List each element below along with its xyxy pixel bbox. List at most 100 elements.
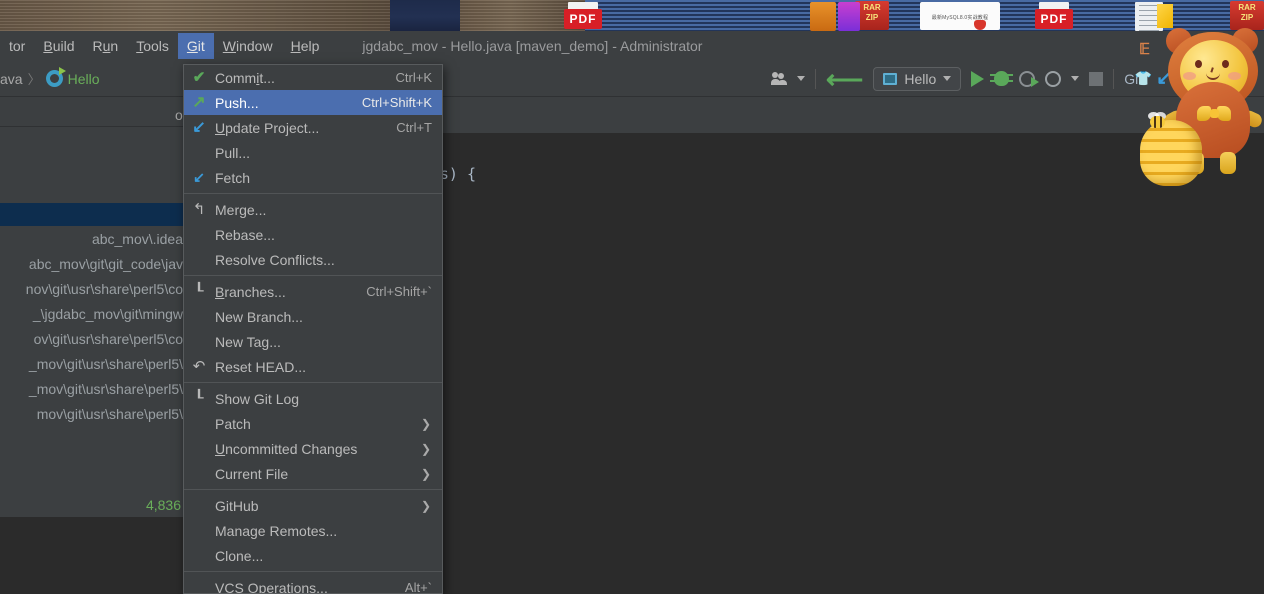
menu-item-current-file[interactable]: Current File ❯ <box>184 461 442 486</box>
menu-item-clone[interactable]: Clone... <box>184 543 442 568</box>
document-preview-icon[interactable]: 最新MySQL8.0实战教程 <box>920 2 1000 30</box>
toolbar-divider <box>815 68 817 89</box>
git-update-arrow-icon[interactable]: ↙ <box>1156 69 1172 88</box>
menu-item-vcs-operations-shortcut: Alt+` <box>404 580 432 594</box>
update-project-icon[interactable]: ⟶ <box>826 64 863 94</box>
menu-item-new-branch[interactable]: New Branch... <box>184 304 442 329</box>
list-item[interactable]: nov\git\usr\share\perl5\co <box>0 277 183 302</box>
debug-bug-icon[interactable] <box>990 71 1014 86</box>
rar-archive-icon-2[interactable]: RAR ZIP <box>1230 1 1264 30</box>
menu-label-6: elp <box>300 38 320 54</box>
document-preview-label: 最新MySQL8.0实战教程 <box>931 15 989 21</box>
profiler-chevron-down-icon[interactable] <box>1071 76 1080 81</box>
branch-icon: ┖ <box>194 283 204 300</box>
menu-item-fetch-label: Fetch <box>215 169 251 186</box>
menu-item-help[interactable]: Help <box>282 33 329 59</box>
menu-item-merge-label: Merge... <box>215 201 267 218</box>
git-dropdown-menu[interactable]: ✔ Commit... Ctrl+K ↗ Push... Ctrl+Shift+… <box>183 64 443 594</box>
run-play-icon[interactable] <box>971 70 985 87</box>
list-item[interactable]: mov\git\usr\share\perl5\ <box>0 402 183 427</box>
run-with-coverage-icon[interactable] <box>1019 70 1040 87</box>
menu-item-editor-partial[interactable]: tor <box>0 33 34 59</box>
menu-item-resolve-conflicts-label: Resolve Conflicts... <box>215 251 335 268</box>
menu-item-new-branch-label: New Branch... <box>215 308 303 325</box>
menu-item-vcs-operations-label: VCS Operations... <box>215 579 328 594</box>
menu-item-current-file-label: Current File <box>215 465 289 482</box>
run-config-icon <box>883 72 898 85</box>
list-item[interactable]: _mov\git\usr\share\perl5\ <box>0 352 183 377</box>
list-item[interactable]: ov\git\usr\share\perl5\co <box>0 327 183 352</box>
menu-label-2: n <box>110 38 119 54</box>
run-configuration-selector[interactable]: Hello <box>873 66 962 91</box>
desktop-background-strip: PDF RAR ZIP 最新MySQL8.0实战教程 PDF RAR ZIP <box>0 0 1264 31</box>
chevron-right-icon: ❯ <box>420 466 431 481</box>
pdf-icon-2-label: PDF <box>1035 9 1073 29</box>
run-config-chevron-down-icon <box>943 76 952 81</box>
list-item[interactable]: _mov\git\usr\share\perl5\ <box>0 377 183 402</box>
menu-item-uncommitted-changes[interactable]: Uncommitted Changes ❯ <box>184 436 442 461</box>
menu-item-manage-remotes[interactable]: Manage Remotes... <box>184 518 442 543</box>
menu-item-show-git-log-label: Show Git Log <box>215 390 300 407</box>
profiler-icon[interactable] <box>1045 70 1062 87</box>
menu-item-commit-shortcut: Ctrl+K <box>395 70 432 85</box>
pdf-file-icon[interactable]: PDF <box>564 2 602 29</box>
screen-root: PDF RAR ZIP 最新MySQL8.0实战教程 PDF RAR ZIP tor… <box>0 0 1264 594</box>
event-log-icon[interactable]: 𝔼 <box>1139 40 1150 58</box>
menu-item-show-git-log[interactable]: ┖ Show Git Log <box>184 386 442 411</box>
window-title: jgdabc_mov - Hello.java [maven_demo] - A… <box>362 38 703 54</box>
menu-item-clone-label: Clone... <box>215 547 264 564</box>
chevron-down-icon[interactable] <box>797 76 806 81</box>
menu-item-resolve-conflicts[interactable]: Resolve Conflicts... <box>184 247 442 272</box>
menu-item-pull[interactable]: Pull... <box>184 140 442 165</box>
menu-bar: tor Build Run Tools Git Window Help jgda… <box>0 31 1264 61</box>
menu-item-rebase[interactable]: Rebase... <box>184 222 442 247</box>
menu-item-commit[interactable]: ✔ Commit... Ctrl+K <box>184 65 442 90</box>
menu-item-run[interactable]: Run <box>83 33 127 59</box>
menu-item-patch[interactable]: Patch ❯ <box>184 411 442 436</box>
menu-item-new-tag[interactable]: New Tag... <box>184 329 442 354</box>
breadcrumb-class[interactable]: Hello <box>68 71 100 87</box>
list-item-label: _mov\git\usr\share\perl5\ <box>28 356 183 372</box>
left-panel-selected-row[interactable] <box>0 203 183 226</box>
menu-item-build[interactable]: Build <box>34 33 83 59</box>
list-item-label: ov\git\usr\share\perl5\co <box>33 331 183 347</box>
list-item-label: _\jgdabc_mov\git\mingw <box>32 306 183 322</box>
run-config-label: Hello <box>904 70 937 87</box>
breadcrumb[interactable]: ava 〉 Hello <box>0 67 100 88</box>
menu-item-git[interactable]: Git <box>177 33 214 59</box>
merge-icon: ↰ <box>192 201 206 218</box>
pdf-file-icon-2[interactable]: PDF <box>1035 2 1073 29</box>
list-item[interactable]: abc_mov\git\git_code\jav <box>0 252 183 277</box>
users-icon[interactable] <box>771 71 788 86</box>
menu-item-merge[interactable]: ↰ Merge... <box>184 197 442 222</box>
menu-item-push[interactable]: ↗ Push... Ctrl+Shift+K <box>184 90 442 115</box>
list-item[interactable]: _\jgdabc_mov\git\mingw <box>0 302 183 327</box>
reset-head-icon: ↶ <box>192 358 206 375</box>
rar-archive-icon[interactable]: RAR ZIP <box>855 1 889 30</box>
menu-item-github[interactable]: GitHub ❯ <box>184 493 442 518</box>
chevron-right-icon: 〉 <box>27 72 41 87</box>
menu-item-branches[interactable]: ┖ Branches... Ctrl+Shift+` <box>184 279 442 304</box>
menu-item-tools[interactable]: Tools <box>127 33 178 59</box>
git-log-icon: ┖ <box>194 390 204 407</box>
menu-item-fetch[interactable]: ↙ Fetch <box>184 165 442 190</box>
menu-item-window[interactable]: Window <box>214 33 282 59</box>
menu-separator-5 <box>184 571 442 572</box>
notes-with-pencil-icon[interactable] <box>1135 2 1173 31</box>
java-class-icon <box>45 67 66 87</box>
menu-item-vcs-operations[interactable]: VCS Operations... Alt+` <box>184 575 442 594</box>
menu-item-reset-head[interactable]: ↶ Reset HEAD... <box>184 354 442 379</box>
menu-item-new-tag-label: New Tag... <box>215 333 281 350</box>
menu-label-5: indow <box>236 38 273 54</box>
list-item[interactable]: abc_mov\.idea <box>0 227 183 252</box>
menu-item-update-project-label: Update Project... <box>215 119 320 136</box>
chevron-right-icon: ❯ <box>420 441 431 456</box>
chevron-right-icon: ❯ <box>420 498 431 513</box>
list-item-label: mov\git\usr\share\perl5\ <box>36 406 183 422</box>
menu-label-3: ools <box>143 38 169 54</box>
shirt-theme-icon[interactable]: 👕 <box>1135 70 1152 87</box>
stop-icon <box>1089 71 1104 86</box>
menu-item-push-shortcut: Ctrl+Shift+K <box>361 95 432 110</box>
breadcrumb-path[interactable]: ava <box>0 71 23 87</box>
menu-item-update-project[interactable]: ↙ Update Project... Ctrl+T <box>184 115 442 140</box>
